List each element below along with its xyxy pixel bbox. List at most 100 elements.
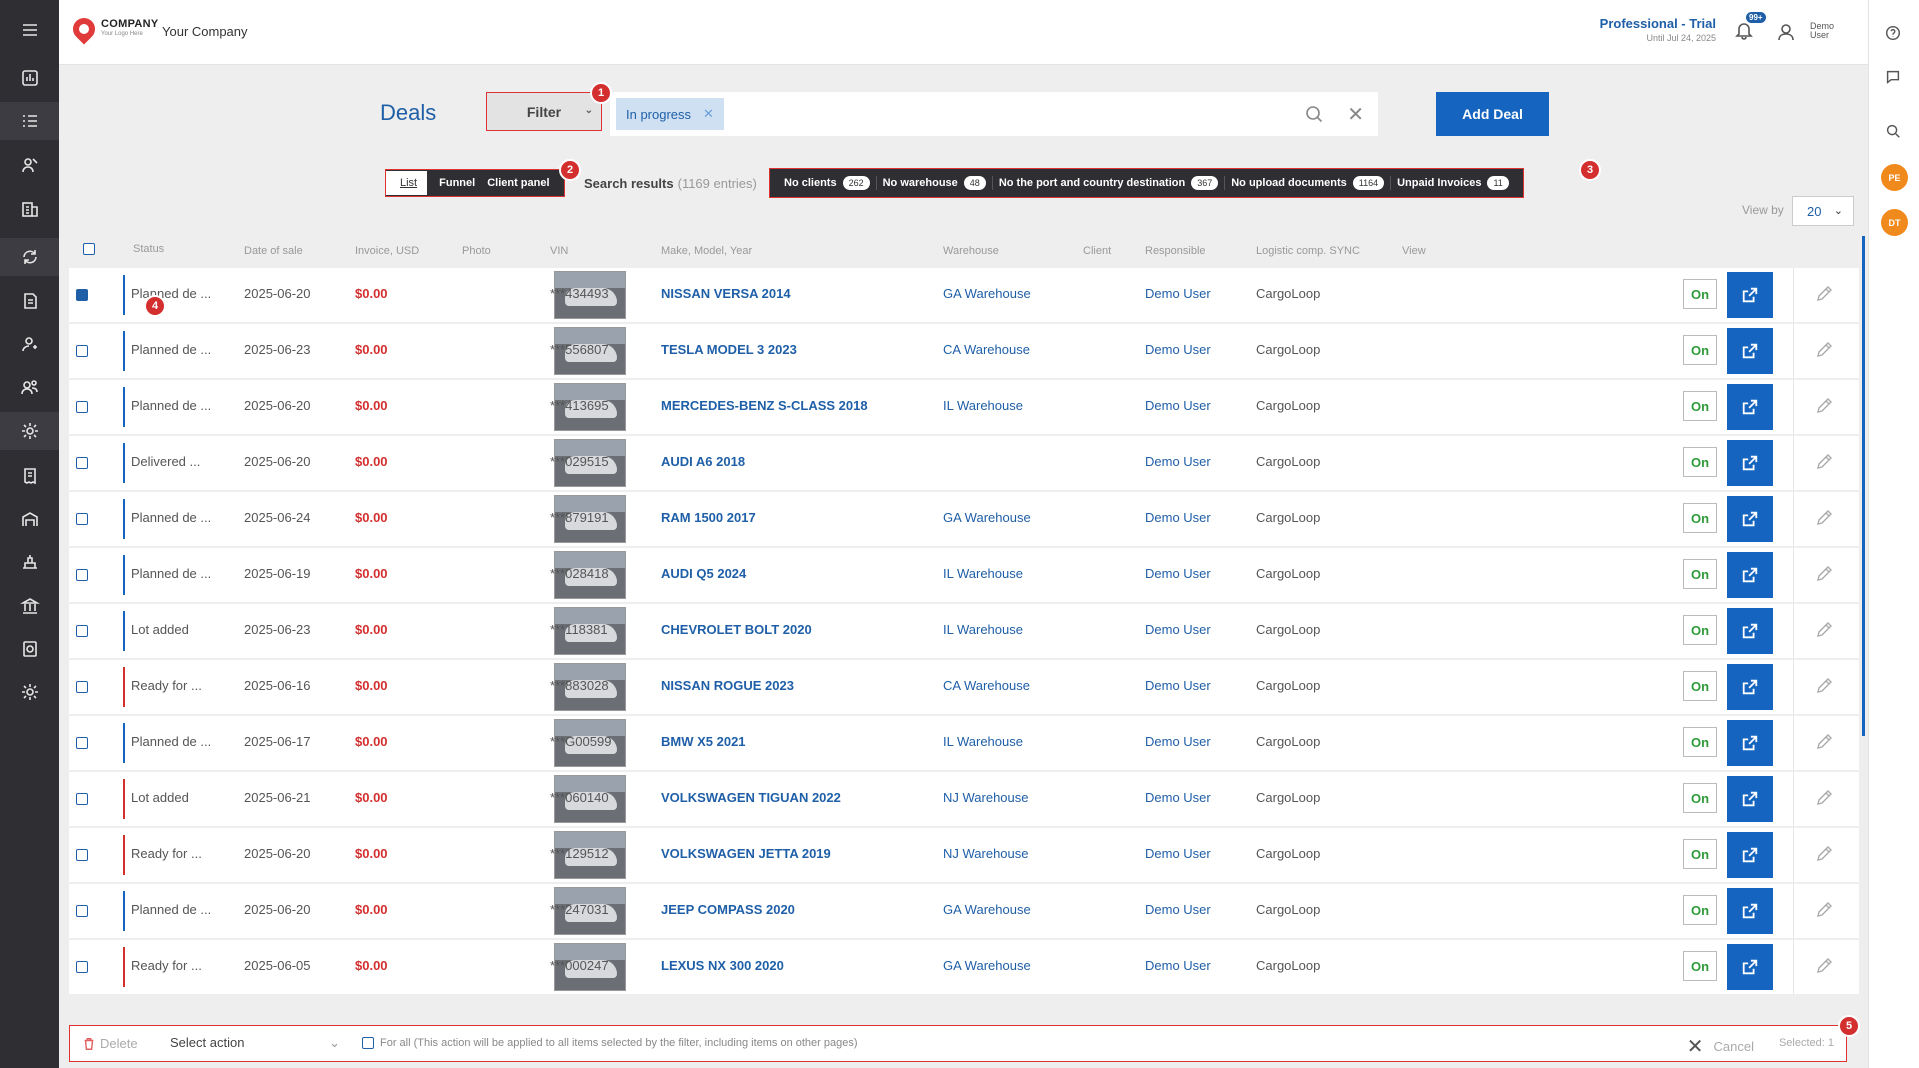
- table-row[interactable]: Ready for ... 2025-06-20 $0.00 ***129512 VOL…: [69, 828, 1859, 882]
- shipping-icon[interactable]: [0, 543, 59, 581]
- col-invoice[interactable]: Invoice, USD: [355, 245, 419, 257]
- warehouse-link[interactable]: IL Warehouse: [943, 566, 1023, 581]
- col-client[interactable]: Client: [1083, 245, 1111, 257]
- col-make[interactable]: Make, Model, Year: [661, 245, 752, 257]
- warehouse-link[interactable]: CA Warehouse: [943, 678, 1030, 693]
- avatar[interactable]: DT: [1881, 209, 1908, 236]
- edit-button[interactable]: [1814, 788, 1834, 811]
- sync-toggle[interactable]: On: [1683, 503, 1717, 533]
- responsible-link[interactable]: Demo User: [1145, 398, 1211, 413]
- open-deal-button[interactable]: [1727, 384, 1773, 430]
- col-warehouse[interactable]: Warehouse: [943, 245, 999, 257]
- sync-icon[interactable]: [0, 238, 59, 276]
- edit-button[interactable]: [1814, 844, 1834, 867]
- table-row[interactable]: Planned de ... 2025-06-23 $0.00 ***556807 TE…: [69, 324, 1859, 378]
- table-row[interactable]: Lot added 2025-06-23 $0.00 ***118381 CHEVROL…: [69, 604, 1859, 658]
- responsible-link[interactable]: Demo User: [1145, 342, 1211, 357]
- invoice-icon[interactable]: [0, 457, 59, 495]
- table-row[interactable]: Planned de ... 2025-06-20 $0.00 ***434493 NI…: [69, 268, 1859, 322]
- make-link[interactable]: RAM 1500 2017: [661, 510, 756, 525]
- row-checkbox[interactable]: [76, 569, 88, 581]
- table-row[interactable]: Lot added 2025-06-21 $0.00 ***060140 VOLKSWA…: [69, 772, 1859, 826]
- edit-button[interactable]: [1814, 732, 1834, 755]
- quick-filter-no-documents[interactable]: No upload documents 1164: [1225, 176, 1392, 190]
- open-deal-button[interactable]: [1727, 944, 1773, 990]
- tab-client-panel[interactable]: Client panel: [487, 177, 549, 189]
- sync-toggle[interactable]: On: [1683, 951, 1717, 981]
- sync-toggle[interactable]: On: [1683, 783, 1717, 813]
- row-checkbox[interactable]: [76, 401, 88, 413]
- table-row[interactable]: Planned de ... 2025-06-19 $0.00 ***028418 AU…: [69, 548, 1859, 602]
- table-row[interactable]: Planned de ... 2025-06-24 $0.00 ***879191 RA…: [69, 492, 1859, 546]
- warehouse-link[interactable]: CA Warehouse: [943, 342, 1030, 357]
- open-deal-button[interactable]: [1727, 272, 1773, 318]
- row-checkbox[interactable]: [76, 681, 88, 693]
- table-row[interactable]: Planned de ... 2025-06-20 $0.00 ***247031 JE…: [69, 884, 1859, 938]
- cancel-button[interactable]: ✕ Cancel: [1687, 1034, 1754, 1059]
- edit-button[interactable]: [1814, 508, 1834, 531]
- col-vin[interactable]: VIN: [550, 245, 568, 257]
- col-logistic[interactable]: Logistic comp. SYNC: [1256, 245, 1360, 257]
- make-link[interactable]: CHEVROLET BOLT 2020: [661, 622, 812, 637]
- dashboard-icon[interactable]: [0, 59, 59, 97]
- sync-toggle[interactable]: On: [1683, 279, 1717, 309]
- table-row[interactable]: Planned de ... 2025-06-20 $0.00 ***413695 ME…: [69, 380, 1859, 434]
- select-all-checkbox[interactable]: [83, 243, 95, 255]
- warehouse-link[interactable]: GA Warehouse: [943, 510, 1031, 525]
- make-link[interactable]: NISSAN VERSA 2014: [661, 286, 791, 301]
- sync-toggle[interactable]: On: [1683, 559, 1717, 589]
- make-link[interactable]: MERCEDES-BENZ S-CLASS 2018: [661, 398, 868, 413]
- make-link[interactable]: VOLKSWAGEN JETTA 2019: [661, 846, 831, 861]
- edit-button[interactable]: [1814, 956, 1834, 979]
- tab-funnel[interactable]: Funnel: [439, 177, 475, 189]
- make-link[interactable]: AUDI A6 2018: [661, 454, 745, 469]
- row-checkbox[interactable]: [76, 513, 88, 525]
- user-name[interactable]: Demo User: [1810, 22, 1850, 40]
- deals-list-icon[interactable]: [0, 102, 59, 140]
- quick-filter-no-clients[interactable]: No clients 262: [778, 176, 877, 190]
- col-status[interactable]: Status: [133, 243, 164, 255]
- warehouse-icon[interactable]: [0, 500, 59, 538]
- select-action-dropdown[interactable]: Select action ⌄: [170, 1035, 340, 1050]
- open-deal-button[interactable]: [1727, 832, 1773, 878]
- table-row[interactable]: Ready for ... 2025-06-05 $0.00 ***000247 LEX…: [69, 940, 1859, 994]
- responsible-link[interactable]: Demo User: [1145, 846, 1211, 861]
- open-deal-button[interactable]: [1727, 496, 1773, 542]
- make-link[interactable]: JEEP COMPASS 2020: [661, 902, 795, 917]
- table-row[interactable]: Delivered ... 2025-06-20 $0.00 ***029515 AUD…: [69, 436, 1859, 490]
- edit-button[interactable]: [1814, 284, 1834, 307]
- quick-filter-no-destination[interactable]: No the port and country destination 367: [993, 176, 1226, 190]
- sync-toggle[interactable]: On: [1683, 839, 1717, 869]
- open-deal-button[interactable]: [1727, 608, 1773, 654]
- row-checkbox[interactable]: [76, 905, 88, 917]
- open-deal-button[interactable]: [1727, 720, 1773, 766]
- responsible-link[interactable]: Demo User: [1145, 790, 1211, 805]
- sync-toggle[interactable]: On: [1683, 615, 1717, 645]
- make-link[interactable]: NISSAN ROGUE 2023: [661, 678, 794, 693]
- notifications-button[interactable]: 99+: [1734, 12, 1766, 42]
- col-responsible[interactable]: Responsible: [1145, 245, 1206, 257]
- view-by-select[interactable]: 20 ⌄: [1792, 196, 1854, 226]
- edit-button[interactable]: [1814, 340, 1834, 363]
- gear-icon[interactable]: [0, 673, 59, 711]
- team-icon[interactable]: [0, 368, 59, 406]
- inventory-icon[interactable]: [0, 190, 59, 228]
- sync-toggle[interactable]: On: [1683, 671, 1717, 701]
- row-checkbox[interactable]: [76, 737, 88, 749]
- for-all-checkbox[interactable]: [362, 1037, 374, 1049]
- search-icon[interactable]: [1884, 122, 1904, 142]
- delete-button[interactable]: Delete: [82, 1036, 138, 1051]
- for-all-option[interactable]: For all (This action will be applied to …: [362, 1037, 858, 1049]
- row-checkbox[interactable]: [76, 345, 88, 357]
- search-input[interactable]: In progress ✕ ✕: [610, 92, 1378, 136]
- filter-button[interactable]: Filter ⌄: [486, 92, 602, 131]
- plan-info[interactable]: Professional - Trial Until Jul 24, 2025: [1600, 16, 1716, 43]
- open-deal-button[interactable]: [1727, 440, 1773, 486]
- chip-close-icon[interactable]: ✕: [703, 106, 714, 122]
- scrollbar[interactable]: [1862, 236, 1865, 736]
- responsible-link[interactable]: Demo User: [1145, 678, 1211, 693]
- avatar[interactable]: PE: [1881, 164, 1908, 191]
- sync-toggle[interactable]: On: [1683, 335, 1717, 365]
- responsible-link[interactable]: Demo User: [1145, 454, 1211, 469]
- edit-button[interactable]: [1814, 676, 1834, 699]
